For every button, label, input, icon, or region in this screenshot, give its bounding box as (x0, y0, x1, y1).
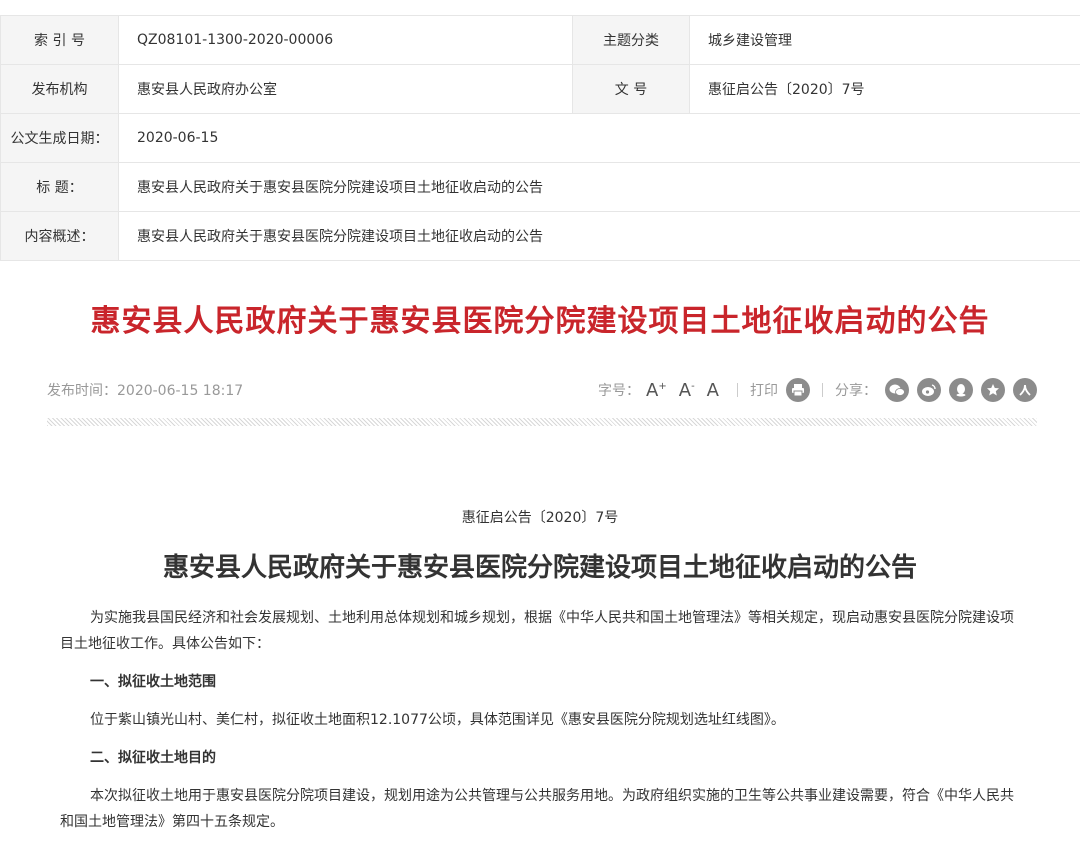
publisher-label: 发布机构 (0, 64, 119, 114)
print-icon[interactable] (786, 378, 810, 402)
print-label[interactable]: 打印 (750, 380, 778, 400)
article-toolbar: 字号： A+ A- A 打印 分享： (598, 374, 1037, 406)
date-label: 公文生成日期： (0, 113, 119, 163)
summary-value: 惠安县人民政府关于惠安县医院分院建设项目土地征收启动的公告 (118, 211, 1080, 261)
paragraph-intro: 为实施我县国民经济和社会发展规划、土地利用总体规划和城乡规划，根据《中华人民共和… (60, 610, 1014, 652)
date-value: 2020-06-15 (118, 113, 1080, 163)
topic-value: 城乡建设管理 (689, 15, 1080, 65)
article-body: 为实施我县国民经济和社会发展规划、土地利用总体规划和城乡规划，根据《中华人民共和… (60, 605, 1020, 835)
paragraph-scope: 位于紫山镇光山村、美仁村，拟征收土地面积12.1077公顷，具体范围详见《惠安县… (90, 712, 785, 728)
font-medium-label: A (678, 379, 692, 401)
index-label: 索 引 号 (0, 15, 119, 65)
meta-row-date: 公文生成日期： 2020-06-15 (0, 113, 1080, 163)
publish-time: 发布时间：2020-06-15 18:17 (47, 383, 244, 399)
divider (737, 383, 738, 397)
font-large-button[interactable]: A+ (646, 380, 667, 401)
section-heading-purpose: 二、拟征收土地目的 (90, 750, 216, 766)
docnum-label: 文 号 (572, 64, 690, 114)
section-heading-scope: 一、拟征收土地范围 (90, 674, 216, 690)
qzone-icon[interactable] (981, 378, 1005, 402)
index-value: QZ08101-1300-2020-00006 (118, 15, 573, 65)
title-value: 惠安县人民政府关于惠安县医院分院建设项目土地征收启动的公告 (118, 162, 1080, 212)
title-label: 标 题： (0, 162, 119, 212)
qq-icon[interactable] (949, 378, 973, 402)
share-label: 分享： (835, 383, 877, 399)
wechat-icon[interactable] (885, 378, 909, 402)
meta-row-index: 索 引 号 QZ08101-1300-2020-00006 主题分类 城乡建设管… (0, 15, 1080, 65)
meta-row-summary: 内容概述： 惠安县人民政府关于惠安县医院分院建设项目土地征收启动的公告 (0, 211, 1080, 261)
font-large-label: A (646, 379, 659, 401)
article-info-bar: 发布时间：2020-06-15 18:17 字号： A+ A- A 打印 分享： (47, 372, 1037, 408)
divider (822, 383, 823, 397)
font-small-button[interactable]: A (707, 380, 719, 401)
meta-row-title: 标 题： 惠安县人民政府关于惠安县医院分院建设项目土地征收启动的公告 (0, 162, 1080, 212)
renren-icon[interactable] (1013, 378, 1037, 402)
font-size-label: 字号： (598, 383, 641, 399)
paragraph-purpose: 本次拟征收土地用于惠安县医院分院项目建设，规划用途为公共管理与公共服务用地。为政… (60, 788, 1014, 830)
hatched-divider (47, 418, 1037, 426)
document-meta-table: 索 引 号 QZ08101-1300-2020-00006 主题分类 城乡建设管… (0, 15, 1080, 261)
document-title: 惠安县人民政府关于惠安县医院分院建设项目土地征收启动的公告 (162, 553, 917, 583)
topic-label: 主题分类 (572, 15, 690, 65)
docnum-value: 惠征启公告〔2020〕7号 (689, 64, 1080, 114)
summary-label: 内容概述： (0, 211, 119, 261)
meta-row-publisher: 发布机构 惠安县人民政府办公室 文 号 惠征启公告〔2020〕7号 (0, 64, 1080, 114)
weibo-icon[interactable] (917, 378, 941, 402)
article-title: 惠安县人民政府关于惠安县医院分院建设项目土地征收启动的公告 (90, 304, 990, 339)
font-medium-button[interactable]: A- (679, 380, 695, 401)
document-number: 惠征启公告〔2020〕7号 (461, 510, 619, 526)
publisher-value: 惠安县人民政府办公室 (118, 64, 573, 114)
